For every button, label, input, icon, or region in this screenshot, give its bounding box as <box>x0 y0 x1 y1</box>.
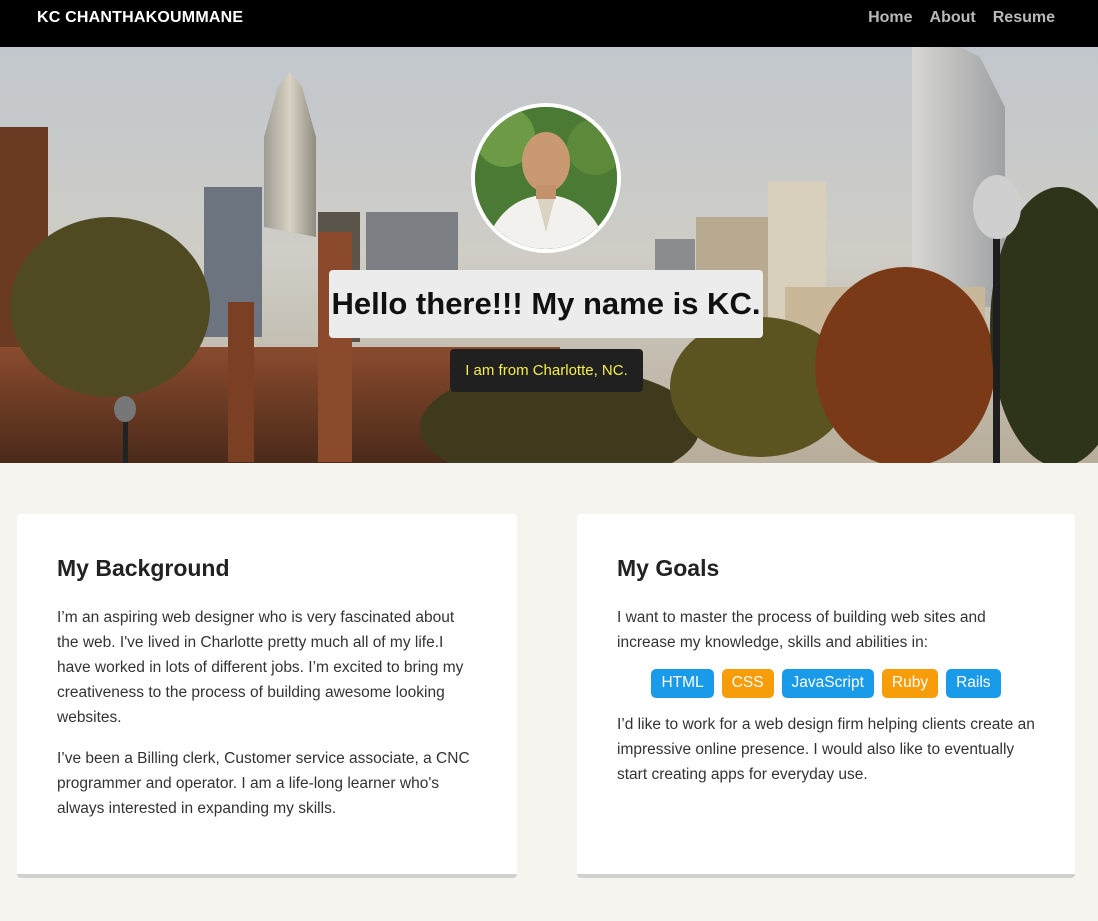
nav-link-about[interactable]: About <box>930 9 976 27</box>
background-card-title: My Background <box>57 555 230 581</box>
skill-tag-rails: Rails <box>946 669 1001 698</box>
nav-link-resume[interactable]: Resume <box>993 9 1055 27</box>
goals-card: My Goals I want to master the process of… <box>577 514 1075 878</box>
goals-outro: I’d like to work for a web design firm h… <box>617 716 1035 783</box>
background-card: My Background I’m an aspiring web design… <box>17 514 517 878</box>
hero-title: Hello there!!! My name is KC. <box>329 270 763 338</box>
profile-avatar <box>471 103 621 253</box>
background-paragraph: I’m an aspiring web designer who is very… <box>57 609 464 726</box>
nav-link-home[interactable]: Home <box>868 9 912 27</box>
profile-photo <box>475 107 617 249</box>
top-navbar: KC CHANTHAKOUMMANE Home About Resume <box>0 0 1098 47</box>
skill-tag-ruby: Ruby <box>881 669 939 698</box>
skill-tag-javascript: JavaScript <box>781 669 874 698</box>
hero-banner: Hello there!!! My name is KC. I am from … <box>0 47 1098 463</box>
skill-tags: HTML CSS JavaScript Ruby Rails <box>617 669 1035 698</box>
skill-tag-css: CSS <box>721 669 774 698</box>
skill-tag-html: HTML <box>651 669 714 698</box>
hero-subtitle: I am from Charlotte, NC. <box>450 349 643 392</box>
goals-intro: I want to master the process of building… <box>617 609 986 651</box>
background-paragraph: I’ve been a Billing clerk, Customer serv… <box>57 750 470 817</box>
nav-links: Home About Resume <box>868 9 1055 27</box>
brand-link[interactable]: KC CHANTHAKOUMMANE <box>37 9 243 27</box>
goals-card-title: My Goals <box>617 555 720 581</box>
